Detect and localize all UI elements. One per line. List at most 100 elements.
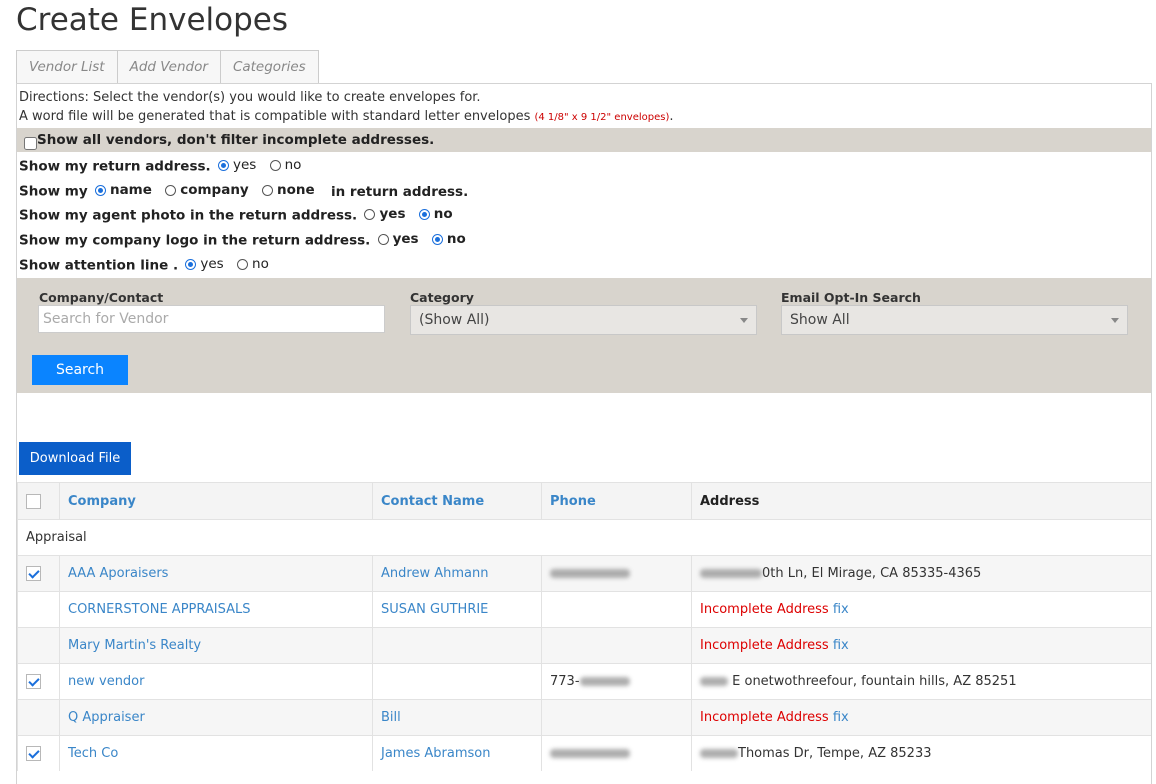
- contact-column-header[interactable]: Contact Name: [372, 482, 542, 520]
- radio-icon[interactable]: [237, 258, 249, 270]
- return-address-label: Show my return address.: [19, 158, 211, 175]
- company-cell: new vendor: [59, 663, 373, 700]
- contact-link[interactable]: Andrew Ahmann: [381, 566, 488, 581]
- return-address-no-label: no: [284, 157, 302, 173]
- category-select-value: (Show All): [419, 312, 490, 328]
- envelope-panel: Directions: Select the vendor(s) you wou…: [16, 83, 1152, 784]
- redacted-phone: [550, 749, 630, 758]
- company-logo-yes[interactable]: yes: [375, 228, 419, 250]
- attention-line-yes[interactable]: yes: [182, 253, 224, 275]
- row-select-cell: [17, 699, 60, 736]
- radio-icon[interactable]: [364, 208, 376, 220]
- category-select[interactable]: (Show All): [410, 305, 757, 335]
- attention-line-no[interactable]: no: [234, 253, 269, 275]
- phone-cell: [541, 699, 692, 736]
- company-link[interactable]: CORNERSTONE APPRAISALS: [68, 602, 251, 617]
- address-cell: Incomplete Address fix: [691, 591, 1151, 628]
- table-row: Mary Martin's Realty Incomplete Address …: [17, 627, 1151, 664]
- company-link[interactable]: Tech Co: [68, 746, 118, 761]
- download-file-button[interactable]: Download File: [19, 442, 131, 475]
- attention-line-no-label: no: [252, 256, 269, 272]
- agent-photo-yes[interactable]: yes: [361, 203, 405, 225]
- radio-icon[interactable]: [165, 184, 177, 196]
- contact-link[interactable]: SUSAN GUTHRIE: [381, 602, 488, 617]
- show-my-option: Show my name company none in return addr…: [19, 179, 468, 201]
- contact-cell: [372, 663, 542, 700]
- company-logo-yes-label: yes: [392, 231, 419, 247]
- address-cell: E onetwothreefour, fountain hills, AZ 85…: [691, 663, 1151, 700]
- directions-line-2: A word file will be generated that is co…: [19, 107, 674, 127]
- company-logo-no-label: no: [446, 231, 466, 247]
- phone-cell: 773-: [541, 663, 692, 700]
- radio-selected-icon[interactable]: [418, 208, 430, 220]
- radio-icon[interactable]: [377, 233, 389, 245]
- company-link[interactable]: Mary Martin's Realty: [68, 638, 201, 653]
- address-cell: Incomplete Address fix: [691, 627, 1151, 664]
- phone-text: 773-: [550, 674, 580, 689]
- address-cell: Thomas Dr, Tempe, AZ 85233: [691, 735, 1151, 771]
- attention-line-yes-label: yes: [200, 256, 224, 272]
- radio-selected-icon[interactable]: [431, 233, 443, 245]
- row-select-cell: [17, 627, 60, 664]
- agent-photo-option: Show my agent photo in the return addres…: [19, 203, 459, 225]
- row-checkbox[interactable]: [26, 674, 41, 689]
- fix-link[interactable]: fix: [833, 710, 849, 725]
- return-address-no[interactable]: no: [267, 154, 302, 176]
- fix-link[interactable]: fix: [833, 638, 849, 653]
- search-button[interactable]: Search: [32, 355, 128, 385]
- attention-line-option: Show attention line . yes no: [19, 253, 275, 275]
- redacted-phone: [550, 569, 630, 578]
- envelope-size-note: (4 1/8" x 9 1/2" envelopes): [534, 112, 670, 123]
- company-cell: Tech Co: [59, 735, 373, 771]
- contact-link[interactable]: James Abramson: [381, 746, 490, 761]
- company-logo-label: Show my company logo in the return addre…: [19, 232, 371, 249]
- company-link[interactable]: new vendor: [68, 674, 144, 689]
- row-checkbox[interactable]: [26, 746, 41, 761]
- redacted-phone: [579, 677, 630, 686]
- row-checkbox[interactable]: [26, 566, 41, 581]
- company-cell: CORNERSTONE APPRAISALS: [59, 591, 373, 628]
- contact-link[interactable]: Bill: [381, 710, 401, 725]
- company-logo-no[interactable]: no: [429, 228, 466, 250]
- table-row: Tech Co James Abramson Thomas Dr, Tempe,…: [17, 735, 1151, 771]
- group-row: Appraisal: [17, 519, 1151, 556]
- email-optin-select[interactable]: Show All: [781, 305, 1128, 335]
- show-all-vendors-checkbox[interactable]: [24, 137, 37, 150]
- radio-selected-icon[interactable]: [94, 184, 106, 196]
- directions-line-1: Directions: Select the vendor(s) you wou…: [19, 90, 481, 105]
- attention-line-label: Show attention line .: [19, 257, 179, 274]
- agent-photo-no[interactable]: no: [416, 203, 453, 225]
- select-all-checkbox[interactable]: [26, 493, 41, 509]
- company-link[interactable]: AAA Aporaisers: [68, 566, 168, 581]
- show-my-none-label: none: [277, 182, 315, 198]
- fix-link[interactable]: fix: [833, 602, 849, 617]
- page-title: Create Envelopes: [16, 2, 288, 38]
- tab-vendor-list[interactable]: Vendor List: [16, 50, 118, 83]
- return-address-yes[interactable]: yes: [215, 154, 256, 176]
- company-cell: Mary Martin's Realty: [59, 627, 373, 664]
- tab-add-vendor[interactable]: Add Vendor: [116, 50, 221, 83]
- show-my-prefix: Show my: [19, 183, 88, 200]
- show-my-name[interactable]: name: [92, 179, 152, 201]
- show-my-none[interactable]: none: [259, 179, 315, 201]
- show-all-vendors-label: Show all vendors, don't filter incomplet…: [37, 132, 435, 148]
- table-row: CORNERSTONE APPRAISALS SUSAN GUTHRIE Inc…: [17, 591, 1151, 628]
- show-my-company[interactable]: company: [162, 179, 249, 201]
- directions-line-2-text: A word file will be generated that is co…: [19, 109, 531, 124]
- email-optin-label: Email Opt-In Search: [781, 290, 921, 305]
- phone-column-header[interactable]: Phone: [541, 482, 692, 520]
- table-row: new vendor 773- E onetwothreefour, fount…: [17, 663, 1151, 700]
- contact-cell: James Abramson: [372, 735, 542, 771]
- company-column-header[interactable]: Company: [59, 482, 373, 520]
- tab-categories[interactable]: Categories: [219, 50, 319, 83]
- radio-icon[interactable]: [262, 184, 274, 196]
- filter-bar: Show all vendors, don't filter incomplet…: [17, 128, 1151, 152]
- vendor-search-input[interactable]: [38, 305, 385, 333]
- address-text: 0th Ln, El Mirage, CA 85335-4365: [762, 566, 982, 581]
- radio-selected-icon[interactable]: [185, 258, 197, 270]
- radio-selected-icon[interactable]: [217, 159, 229, 171]
- redacted-address: [700, 749, 738, 758]
- company-link[interactable]: Q Appraiser: [68, 710, 145, 725]
- contact-cell: Andrew Ahmann: [372, 555, 542, 592]
- radio-icon[interactable]: [269, 159, 281, 171]
